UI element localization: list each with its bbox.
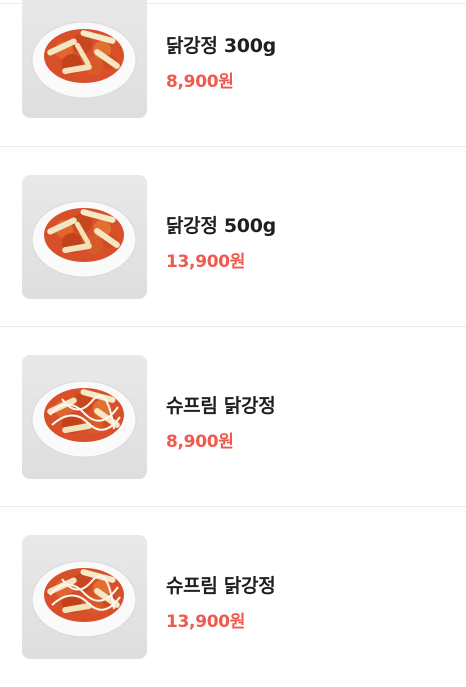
menu-item-2[interactable]: 닭강정 500g 13,900원 <box>0 147 466 327</box>
menu-item-1[interactable]: 닭강정 300g 8,900원 <box>0 0 466 147</box>
menu-item-4[interactable]: 슈프림 닭강정 13,900원 <box>0 507 466 687</box>
menu-item-image <box>22 535 147 659</box>
menu-item-price: 8,900원 <box>166 72 234 92</box>
supreme-fried-chicken-dish-image <box>31 380 137 458</box>
menu-item-name: 닭강정 500g <box>166 215 276 237</box>
menu-item-name: 슈프림 닭강정 <box>166 575 276 597</box>
menu-item-info: 닭강정 300g 8,900원 <box>166 31 276 92</box>
fried-chicken-dish-image <box>31 200 137 278</box>
menu-item-name: 슈프림 닭강정 <box>166 395 276 417</box>
menu-item-name: 닭강정 300g <box>166 35 276 57</box>
supreme-fried-chicken-dish-image <box>31 560 137 638</box>
fried-chicken-dish-image <box>31 21 137 99</box>
menu-item-price: 13,900원 <box>166 612 246 632</box>
menu-item-image <box>22 175 147 299</box>
menu-item-price: 13,900원 <box>166 252 246 272</box>
menu-item-image <box>22 355 147 479</box>
menu-item-info: 닭강정 500g 13,900원 <box>166 211 276 272</box>
menu-item-image <box>22 0 147 118</box>
menu-item-info: 슈프림 닭강정 13,900원 <box>166 571 276 632</box>
menu-item-3[interactable]: 슈프림 닭강정 8,900원 <box>0 327 466 507</box>
menu-item-info: 슈프림 닭강정 8,900원 <box>166 391 276 452</box>
menu-item-price: 8,900원 <box>166 432 234 452</box>
